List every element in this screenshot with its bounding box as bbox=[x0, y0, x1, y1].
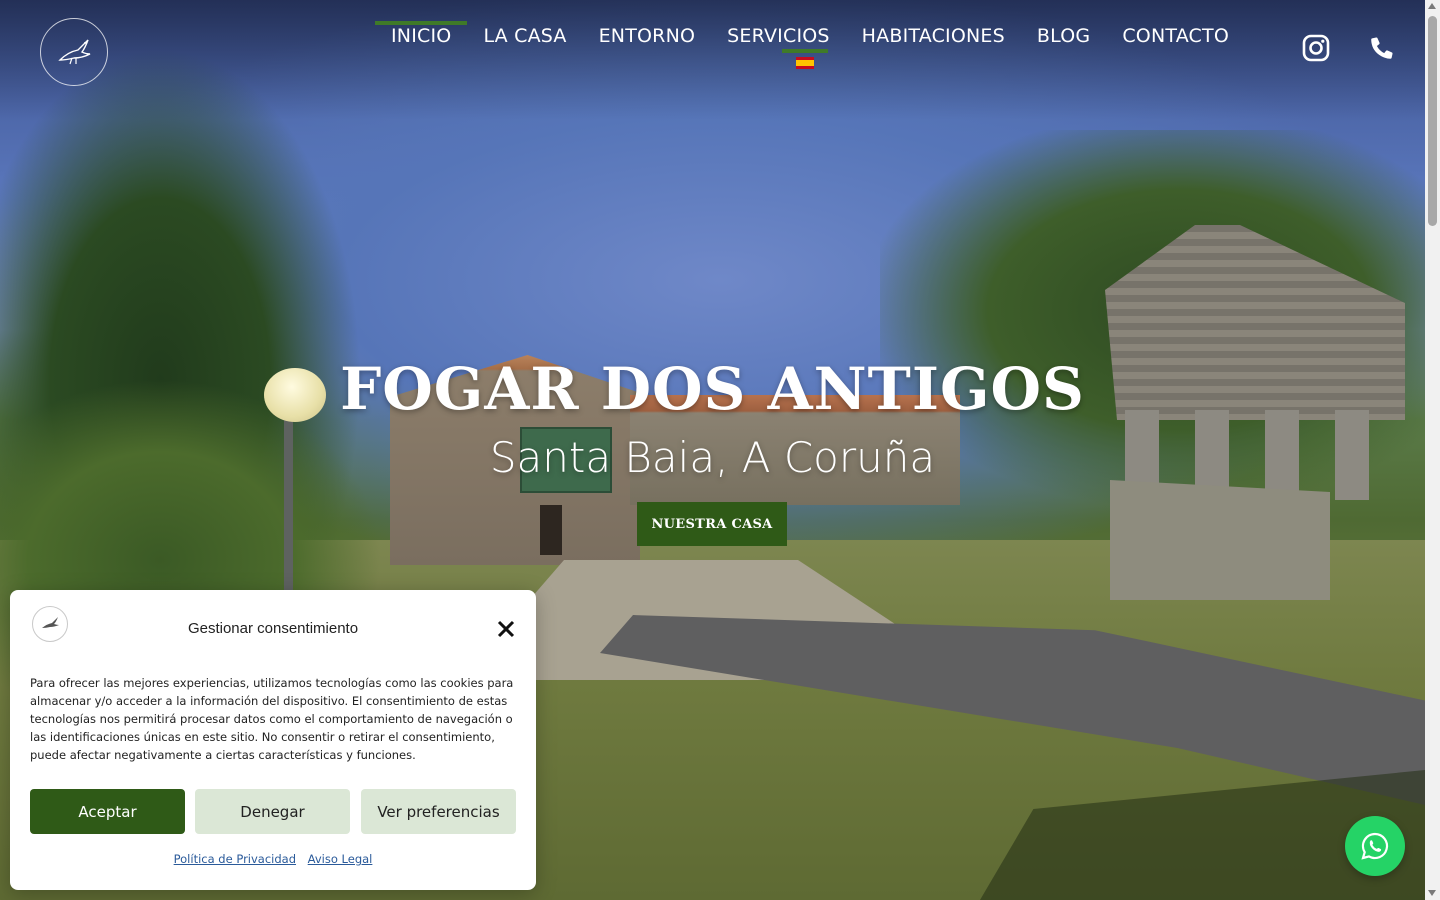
close-icon[interactable] bbox=[496, 619, 516, 639]
nav-inicio[interactable]: INICIO bbox=[375, 21, 468, 51]
site-logo[interactable] bbox=[40, 18, 108, 86]
consent-text: Para ofrecer las mejores experiencias, u… bbox=[30, 676, 514, 762]
scrollbar-thumb[interactable] bbox=[1428, 16, 1437, 226]
nav-blog[interactable]: BLOG bbox=[1021, 21, 1106, 51]
cookie-consent-dialog: Gestionar consentimiento Para ofrecer la… bbox=[10, 590, 536, 890]
language-underline bbox=[782, 49, 828, 53]
consent-links: Política de Privacidad Aviso Legal bbox=[10, 852, 536, 866]
nav-habitaciones[interactable]: HABITACIONES bbox=[846, 21, 1021, 51]
page-scrollbar[interactable] bbox=[1425, 0, 1440, 900]
whatsapp-icon bbox=[1361, 832, 1389, 860]
house-door bbox=[540, 505, 562, 555]
nav-contacto[interactable]: CONTACTO bbox=[1106, 21, 1245, 51]
nav-la-casa[interactable]: LA CASA bbox=[467, 21, 582, 51]
scroll-up-icon[interactable] bbox=[1428, 3, 1436, 9]
deny-button[interactable]: Denegar bbox=[195, 789, 350, 834]
hero-subtitle: Santa Baia, A Coruña bbox=[489, 433, 936, 482]
consent-title: Gestionar consentimiento bbox=[187, 620, 359, 637]
hero-title: FOGAR DOS ANTIGOS bbox=[340, 355, 1085, 423]
privacy-policy-link[interactable]: Política de Privacidad bbox=[174, 852, 296, 866]
preferences-button[interactable]: Ver preferencias bbox=[361, 789, 516, 834]
stone-wall bbox=[1110, 480, 1330, 600]
es-flag-icon[interactable] bbox=[796, 57, 814, 69]
nuestra-casa-button[interactable]: NUESTRA CASA bbox=[637, 502, 787, 546]
nav-entorno[interactable]: ENTORNO bbox=[583, 21, 712, 51]
whatsapp-button[interactable] bbox=[1345, 816, 1405, 876]
phone-icon[interactable] bbox=[1367, 33, 1397, 63]
legal-notice-link[interactable]: Aviso Legal bbox=[308, 852, 373, 866]
accept-button[interactable]: Aceptar bbox=[30, 789, 185, 834]
instagram-icon[interactable] bbox=[1301, 33, 1331, 63]
bird-logo-icon bbox=[58, 39, 91, 65]
scroll-down-icon[interactable] bbox=[1428, 890, 1436, 896]
nav-servicios[interactable]: SERVICIOS bbox=[711, 21, 846, 51]
